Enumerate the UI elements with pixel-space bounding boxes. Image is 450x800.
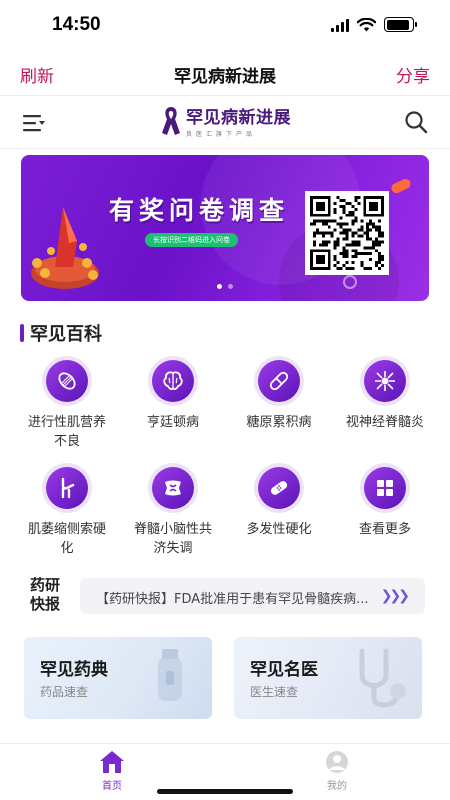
tab-bar: 首页 我的 [0,743,450,800]
news-item[interactable]: 【药研快报】FDA批准用于患有罕见骨髓疾病... ❯❯❯ [80,578,425,614]
carousel-dot[interactable] [228,284,233,289]
section-title: 罕见百科 [30,324,102,345]
signal-icon [331,18,349,32]
grid-item-glycogen[interactable]: 糖原累积病 [226,356,332,451]
nav-bar: 刷新 罕见病新进展 分享 [0,52,450,94]
grid-item-label: 亨廷顿病 [146,415,199,430]
logo-sub-text: 良医汇旗下产品 [186,131,257,138]
grid-item-label: 进行性肌营养不良 [27,415,106,449]
grid-item-label: 脊髓小脑性共济失调 [133,522,212,556]
news-ticker: 药研快报 【药研快报】FDA批准用于患有罕见骨髓疾病... ❯❯❯ [30,576,425,616]
triple-chevron-right-icon: ❯❯❯ [380,588,410,604]
card-title: 罕见名医 [250,660,318,680]
brain-icon [163,371,183,390]
menu-list-icon[interactable] [22,112,46,134]
qr-code [305,191,389,275]
card-subtitle: 医生速查 [250,685,299,699]
search-icon[interactable] [404,110,428,134]
profile-icon [326,751,348,773]
home-icon [100,751,124,773]
tab-label: 首页 [102,781,122,792]
section-accent-bar [20,324,24,342]
logo: 罕见病新进展 良医汇旗下产品 [160,103,291,138]
status-icons [331,17,417,32]
grid-item-nmo[interactable]: 视神经脊髓炎 [332,356,438,451]
joint-icon [61,477,75,499]
tab-label: 我的 [327,781,347,792]
grid-item-more[interactable]: 查看更多 [332,463,438,558]
app-header: 罕见病新进展 良医汇旗下产品 [0,95,450,149]
capsule-icon [269,371,289,391]
battery-level [386,19,409,30]
disease-grid: 进行性肌营养不良 亨廷顿病 糖原累积病 视神经脊髓炎 肌萎缩侧索硬化 脊髓小脑性… [14,356,438,558]
page-title: 罕见病新进展 [174,67,276,87]
section-header: 罕见百科 [20,320,102,346]
carousel-dot[interactable] [217,284,222,289]
grid-item-label: 多发性硬化 [246,522,312,537]
doctor-lookup-card[interactable]: 罕见名医 医生速查 [234,637,422,719]
medicine-bottle-icon [158,649,182,701]
card-subtitle: 药品速查 [40,685,89,699]
grid-item-label: 糖原累积病 [246,415,312,430]
grid-item-dmd[interactable]: 进行性肌营养不良 [14,356,120,451]
wifi-icon [357,17,376,31]
grid-item-huntington[interactable]: 亨廷顿病 [120,356,226,451]
stethoscope-icon [359,648,406,708]
grid-item-sca[interactable]: 脊髓小脑性共济失调 [120,463,226,558]
card-title: 罕见药典 [40,660,108,680]
tab-home[interactable]: 首页 [72,750,152,792]
neuron-icon [375,371,395,391]
trophy-illustration-icon [31,207,99,289]
grid-more-icon [377,480,393,496]
banner-title: 有奖问卷调查 [109,196,290,225]
tab-mine[interactable]: 我的 [297,750,377,792]
banner-decoration [389,177,413,195]
grid-item-ms[interactable]: 多发性硬化 [226,463,332,558]
grid-item-label: 肌萎缩侧索硬化 [27,522,106,556]
news-badge: 药研快报 [30,576,61,613]
grid-item-label: 视神经脊髓炎 [345,415,424,430]
promo-banner[interactable]: 有奖问卷调查 长按识别二维码进入问卷 [21,155,429,301]
drug-lookup-card[interactable]: 罕见药典 药品速查 [24,637,212,719]
status-bar: 14:50 [0,0,450,52]
status-time: 14:50 [52,14,101,35]
grid-item-als[interactable]: 肌萎缩侧索硬化 [14,463,120,558]
vertebra-icon [165,480,181,496]
share-button[interactable]: 分享 [396,62,430,87]
banner-hint: 长按识别二维码进入问卷 [145,233,238,247]
logo-main-text: 罕见病新进展 [186,108,291,128]
carousel-indicator[interactable] [21,284,429,289]
home-indicator [157,789,293,794]
muscle-icon [58,372,76,390]
bandage-icon [270,481,288,495]
grid-item-label: 查看更多 [358,522,411,537]
battery-icon [384,17,417,32]
news-text: 【药研快报】FDA批准用于患有罕见骨髓疾病... [96,592,369,607]
ribbon-logo-icon [162,106,180,135]
